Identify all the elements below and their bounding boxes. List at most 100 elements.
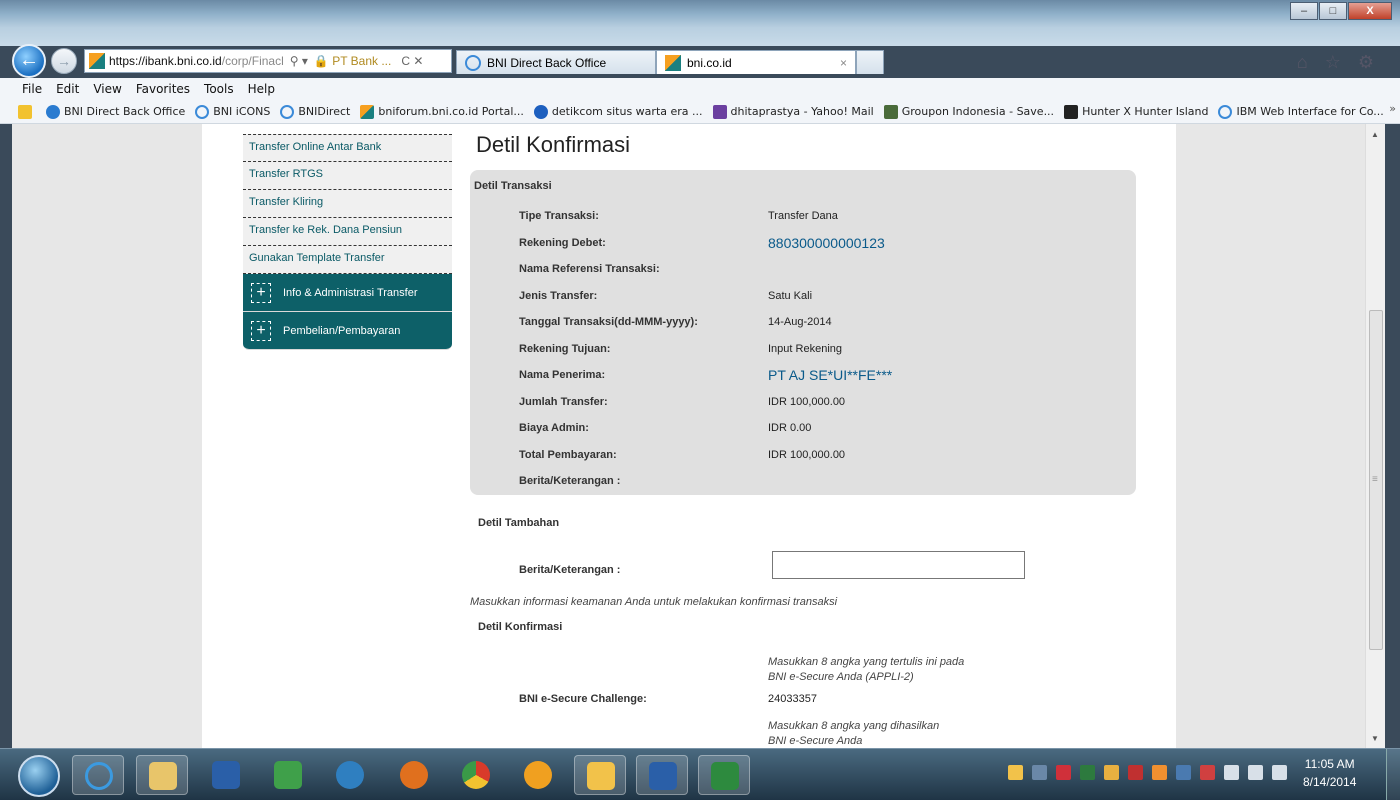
sidebar-item-transfer-rtgs[interactable]: Transfer RTGS <box>243 162 452 190</box>
chrome-icon <box>462 761 490 789</box>
taskbar-chrome[interactable] <box>450 755 502 795</box>
sidebar-group-pembelian[interactable]: + Pembelian/Pembayaran <box>243 312 452 350</box>
minimize-button[interactable]: – <box>1290 2 1318 20</box>
menu-file[interactable]: File <box>22 82 42 96</box>
challenge-value: 24033357 <box>768 693 817 705</box>
taskbar-explorer[interactable] <box>136 755 188 795</box>
favorite-item[interactable]: Hunter X Hunter Island <box>1064 104 1208 119</box>
tray-mail-icon[interactable] <box>1008 765 1023 780</box>
favorite-item[interactable]: IBM Web Interface for Co... <box>1218 104 1384 119</box>
row-value: 14-Aug-2014 <box>768 316 832 328</box>
tab-close-icon[interactable]: × <box>840 56 847 70</box>
maximize-button[interactable]: □ <box>1319 2 1347 20</box>
hunter-icon <box>1064 104 1079 119</box>
taskbar-outlook[interactable] <box>574 755 626 795</box>
favorite-item[interactable]: Groupon Indonesia - Save... <box>883 104 1054 119</box>
tray-app-icon[interactable] <box>1152 765 1167 780</box>
row-label: Nama Referensi Transaksi: <box>519 263 660 275</box>
start-button[interactable] <box>18 755 60 797</box>
expand-icon: + <box>251 282 271 303</box>
favorite-item[interactable]: BNIDirect <box>280 104 350 119</box>
tab-bni-direct-back-office[interactable]: BNI Direct Back Office <box>456 50 656 74</box>
favorite-item[interactable]: dhitaprastya - Yahoo! Mail <box>712 104 874 119</box>
row-label: Berita/Keterangan : <box>519 475 621 487</box>
row-value: Satu Kali <box>768 289 813 302</box>
show-desktop-button[interactable] <box>1386 749 1400 800</box>
berita-input[interactable] <box>772 551 1025 579</box>
taskbar-stock[interactable] <box>262 755 314 795</box>
row-label: Rekening Debet: <box>519 236 606 249</box>
sidebar-item-transfer-dana-pensiun[interactable]: Transfer ke Rek. Dana Pensiun <box>243 218 452 246</box>
section-title: Detil Konfirmasi <box>478 621 563 633</box>
search-dropdown-icon[interactable]: ⚲ ▾ <box>290 54 308 68</box>
transaction-row: Rekening Debet: 880300000000123 <box>470 235 1136 263</box>
vertical-scrollbar[interactable]: ▲ ≡ ▼ <box>1365 124 1385 748</box>
address-bar[interactable]: https://ibank.bni.co.id/corp/Finacl ⚲ ▾ … <box>84 49 452 73</box>
row-value: PT AJ SE*UI**FE*** <box>768 367 893 383</box>
globe-icon <box>46 104 60 119</box>
sidebar-item-template-transfer[interactable]: Gunakan Template Transfer <box>243 246 452 274</box>
page-viewport: Transfer Online Antar Bank Transfer RTGS… <box>12 124 1365 748</box>
taskbar-media[interactable] <box>200 755 252 795</box>
refresh-stop-icon[interactable]: C ✕ <box>401 54 423 68</box>
tray-battery-icon[interactable] <box>1272 765 1287 780</box>
favorite-item[interactable]: detikcom situs warta era ... <box>533 104 703 119</box>
tray-flag-icon[interactable] <box>1200 765 1215 780</box>
favorites-star-icon[interactable] <box>18 104 36 119</box>
menu-view[interactable]: View <box>93 82 121 96</box>
taskbar-word[interactable] <box>636 755 688 795</box>
lock-icon[interactable]: 🔒 PT Bank ... <box>314 54 391 68</box>
system-tray <box>1008 765 1296 780</box>
tray-signal-icon[interactable] <box>1224 765 1239 780</box>
media-icon <box>212 761 240 789</box>
tray-app-icon[interactable] <box>1032 765 1047 780</box>
tray-volume-icon[interactable] <box>1248 765 1263 780</box>
outlook-icon <box>587 762 615 790</box>
browser-tool-icons[interactable]: ⌂ ☆ ⚙ <box>1297 52 1380 73</box>
transaction-row: Rekening Tujuan: Input Rekening <box>470 343 1136 369</box>
taskbar-excel[interactable] <box>698 755 750 795</box>
ie-icon <box>280 104 295 119</box>
favorite-item[interactable]: bniforum.bni.co.id Portal... <box>360 104 524 119</box>
window-controls: – □ X <box>1289 2 1392 20</box>
tray-shield-icon[interactable] <box>1056 765 1071 780</box>
favorites-more-icon[interactable]: » <box>1389 102 1396 115</box>
sidebar-item-transfer-kliring[interactable]: Transfer Kliring <box>243 190 452 218</box>
tray-app-icon[interactable] <box>1128 765 1143 780</box>
favorite-item[interactable]: BNI iCONS <box>195 104 270 119</box>
firefox-icon <box>400 761 428 789</box>
tray-app-icon[interactable] <box>1176 765 1191 780</box>
expand-icon: + <box>251 320 271 341</box>
scroll-down-icon[interactable]: ▼ <box>1371 734 1379 743</box>
section-title: Detil Tambahan <box>478 517 560 529</box>
taskbar-network[interactable] <box>324 755 376 795</box>
section-title: Detil Transaksi <box>474 180 552 192</box>
transaction-row: Nama Referensi Transaksi: <box>470 263 1136 289</box>
sidebar-item-transfer-online[interactable]: Transfer Online Antar Bank <box>243 134 452 162</box>
address-url: https://ibank.bni.co.id/corp/Finacl <box>109 54 284 68</box>
new-tab-button[interactable] <box>856 50 884 74</box>
menu-favorites[interactable]: Favorites <box>136 82 190 96</box>
taskbar-app[interactable] <box>512 755 564 795</box>
menu-edit[interactable]: Edit <box>56 82 79 96</box>
row-label: Biaya Admin: <box>519 422 589 434</box>
sidebar-group-label: Info & Administrasi Transfer <box>283 286 418 299</box>
tray-app-icon[interactable] <box>1104 765 1119 780</box>
scroll-up-icon[interactable]: ▲ <box>1371 130 1379 139</box>
bni-favicon <box>665 54 681 71</box>
menu-tools[interactable]: Tools <box>204 82 234 96</box>
response-note: Masukkan 8 angka yang dihasilkan BNI e-S… <box>768 720 940 747</box>
taskbar-ie[interactable] <box>72 755 124 795</box>
taskbar-firefox[interactable] <box>388 755 440 795</box>
tray-app-icon[interactable] <box>1080 765 1095 780</box>
close-button[interactable]: X <box>1348 2 1392 20</box>
favorite-item[interactable]: BNI Direct Back Office <box>46 104 185 119</box>
transaction-row: Berita/Keterangan : <box>470 475 1136 501</box>
security-note: Masukkan informasi keamanan Anda untuk m… <box>470 596 838 608</box>
forward-button[interactable]: → <box>51 48 77 74</box>
menu-help[interactable]: Help <box>248 82 275 96</box>
back-button[interactable]: ← <box>12 44 46 78</box>
tab-bni-co-id[interactable]: bni.co.id × <box>656 50 856 74</box>
sidebar-group-info-administrasi[interactable]: + Info & Administrasi Transfer <box>243 274 452 312</box>
taskbar-clock[interactable]: 11:05 AM 8/14/2014 <box>1303 755 1356 791</box>
